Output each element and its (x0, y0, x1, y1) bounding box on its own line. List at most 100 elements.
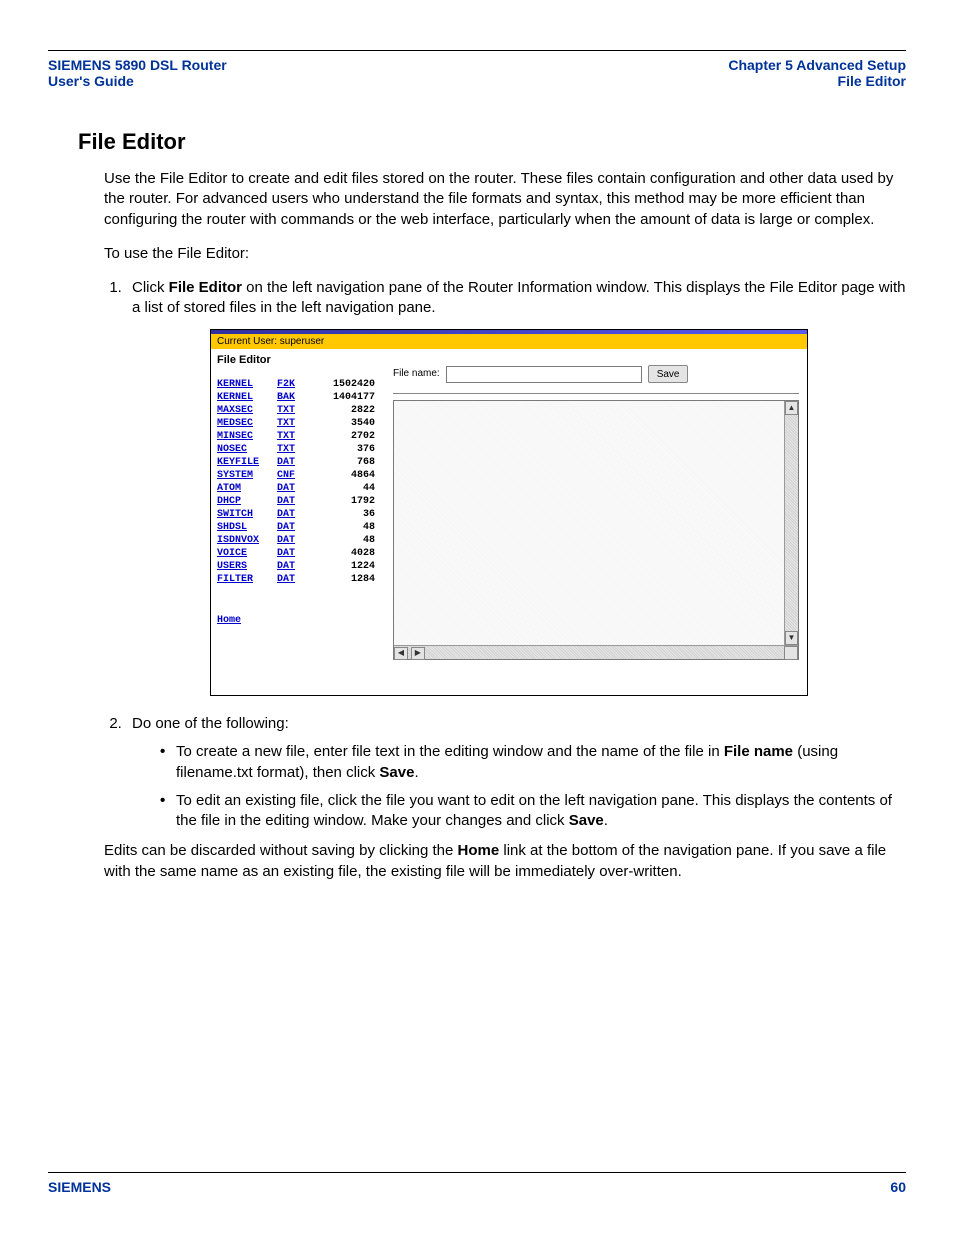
file-row[interactable]: KERNELF2K1502420 (217, 378, 379, 391)
file-ext[interactable]: TXT (277, 404, 309, 417)
file-row[interactable]: MAXSECTXT2822 (217, 404, 379, 417)
scroll-corner (784, 646, 798, 660)
horizontal-scrollbar[interactable]: ◀ ▶ (394, 645, 798, 659)
b2-post: . (604, 812, 608, 829)
file-name-link[interactable]: ATOM (217, 482, 277, 495)
file-row[interactable]: SHDSLDAT48 (217, 521, 379, 534)
file-ext[interactable]: DAT (277, 456, 309, 469)
step2-lead: Do one of the following: (132, 715, 289, 732)
file-row[interactable]: KERNELBAK1404177 (217, 391, 379, 404)
file-size: 4028 (309, 547, 379, 560)
file-ext[interactable]: DAT (277, 560, 309, 573)
file-name-link[interactable]: NOSEC (217, 443, 277, 456)
bullet-edit: To edit an existing file, click the file… (160, 791, 906, 832)
file-ext[interactable]: TXT (277, 417, 309, 430)
header-rule (48, 50, 906, 51)
file-size: 4864 (309, 469, 379, 482)
footer-page-number: 60 (890, 1179, 906, 1195)
footer-rule (48, 1172, 906, 1173)
file-ext[interactable]: DAT (277, 534, 309, 547)
file-size: 44 (309, 482, 379, 495)
scroll-up-icon[interactable]: ▲ (785, 401, 798, 415)
file-name-input[interactable] (446, 366, 642, 383)
file-textarea[interactable]: ▲ ▼ ◀ ▶ (393, 400, 799, 660)
file-size: 768 (309, 456, 379, 469)
file-name-link[interactable]: KEYFILE (217, 456, 277, 469)
scroll-down-icon[interactable]: ▼ (785, 631, 798, 645)
footer-brand: SIEMENS (48, 1179, 111, 1195)
file-name-link[interactable]: MINSEC (217, 430, 277, 443)
intro-paragraph: Use the File Editor to create and edit f… (104, 169, 906, 230)
file-name-link[interactable]: VOICE (217, 547, 277, 560)
b1-bold2: Save (379, 764, 414, 781)
save-button[interactable]: Save (648, 365, 689, 383)
file-row[interactable]: KEYFILEDAT768 (217, 456, 379, 469)
file-name-link[interactable]: SYSTEM (217, 469, 277, 482)
closing-paragraph: Edits can be discarded without saving by… (104, 841, 906, 882)
file-row[interactable]: USERSDAT1224 (217, 560, 379, 573)
b2-bold1: Save (569, 812, 604, 829)
file-row[interactable]: VOICEDAT4028 (217, 547, 379, 560)
file-row[interactable]: FILTERDAT1284 (217, 573, 379, 586)
header-left-title: SIEMENS 5890 DSL Router (48, 57, 227, 73)
file-row[interactable]: ISDNVOXDAT48 (217, 534, 379, 547)
closing-pre: Edits can be discarded without saving by… (104, 842, 458, 859)
file-ext[interactable]: TXT (277, 430, 309, 443)
file-row[interactable]: ATOMDAT44 (217, 482, 379, 495)
file-ext[interactable]: F2K (277, 378, 309, 391)
b1-bold1: File name (724, 743, 793, 760)
file-row[interactable]: SYSTEMCNF4864 (217, 469, 379, 482)
file-size: 2702 (309, 430, 379, 443)
file-ext[interactable]: TXT (277, 443, 309, 456)
file-row[interactable]: MEDSECTXT3540 (217, 417, 379, 430)
file-size: 1224 (309, 560, 379, 573)
file-name-link[interactable]: KERNEL (217, 391, 277, 404)
file-size: 2822 (309, 404, 379, 417)
file-name-link[interactable]: SWITCH (217, 508, 277, 521)
file-size: 1502420 (309, 378, 379, 391)
b2-pre: To edit an existing file, click the file… (176, 792, 892, 829)
file-ext[interactable]: BAK (277, 391, 309, 404)
file-size: 48 (309, 521, 379, 534)
screenshot-file-list: KERNELF2K1502420KERNELBAK1404177MAXSECTX… (217, 378, 379, 586)
file-row[interactable]: NOSECTXT376 (217, 443, 379, 456)
screenshot-home-link[interactable]: Home (217, 614, 379, 628)
bullet-create: To create a new file, enter file text in… (160, 742, 906, 783)
file-size: 1792 (309, 495, 379, 508)
file-name-link[interactable]: DHCP (217, 495, 277, 508)
scroll-left-icon[interactable]: ◀ (394, 647, 408, 660)
file-name-link[interactable]: KERNEL (217, 378, 277, 391)
screenshot-file-editor: Current User: superuser File Editor KERN… (210, 329, 808, 697)
file-ext[interactable]: DAT (277, 508, 309, 521)
b1-post: . (414, 764, 418, 781)
file-row[interactable]: MINSECTXT2702 (217, 430, 379, 443)
file-name-link[interactable]: ISDNVOX (217, 534, 277, 547)
file-size: 3540 (309, 417, 379, 430)
screenshot-sidebar: File Editor KERNELF2K1502420KERNELBAK140… (211, 349, 385, 695)
file-size: 1404177 (309, 391, 379, 404)
step-2: Do one of the following: To create a new… (126, 714, 906, 831)
file-size: 48 (309, 534, 379, 547)
file-size: 376 (309, 443, 379, 456)
file-ext[interactable]: DAT (277, 547, 309, 560)
file-name-link[interactable]: SHDSL (217, 521, 277, 534)
file-name-link[interactable]: USERS (217, 560, 277, 573)
scroll-right-icon[interactable]: ▶ (411, 647, 425, 660)
file-name-label: File name: (393, 367, 440, 381)
file-name-link[interactable]: FILTER (217, 573, 277, 586)
file-name-link[interactable]: MEDSEC (217, 417, 277, 430)
vertical-scrollbar[interactable]: ▲ ▼ (784, 401, 798, 645)
file-row[interactable]: SWITCHDAT36 (217, 508, 379, 521)
lead-in-text: To use the File Editor: (104, 244, 906, 264)
file-ext[interactable]: CNF (277, 469, 309, 482)
file-name-link[interactable]: MAXSEC (217, 404, 277, 417)
page-footer: SIEMENS 60 (48, 1179, 906, 1195)
file-ext[interactable]: DAT (277, 495, 309, 508)
step1-bold: File Editor (169, 279, 242, 296)
file-ext[interactable]: DAT (277, 482, 309, 495)
file-ext[interactable]: DAT (277, 521, 309, 534)
file-row[interactable]: DHCPDAT1792 (217, 495, 379, 508)
step1-post: on the left navigation pane of the Route… (132, 279, 905, 316)
header-left-subtitle: User's Guide (48, 73, 227, 89)
file-ext[interactable]: DAT (277, 573, 309, 586)
